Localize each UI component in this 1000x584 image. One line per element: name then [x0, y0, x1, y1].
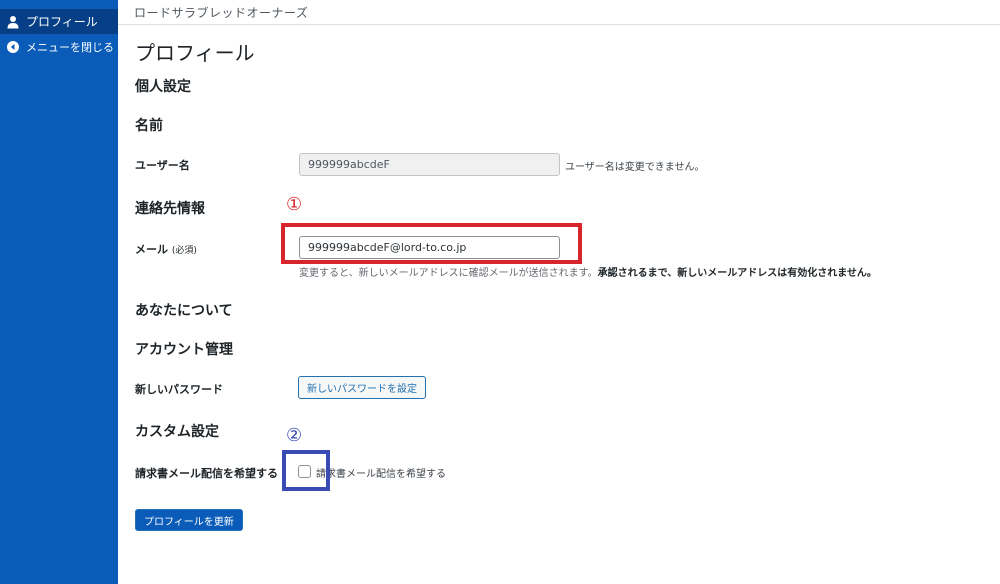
- new-password-label: 新しいパスワード: [135, 383, 223, 396]
- username-note: ユーザー名は変更できません。: [565, 162, 705, 173]
- user-icon: [6, 15, 20, 29]
- username-input[interactable]: [299, 153, 560, 176]
- email-label: メール (必須): [135, 241, 197, 257]
- invoice-checkbox-label[interactable]: 請求書メール配信を希望する: [316, 465, 446, 480]
- section-about: あなたについて: [135, 303, 233, 319]
- update-profile-button[interactable]: プロフィールを更新: [135, 509, 243, 531]
- set-new-password-button[interactable]: 新しいパスワードを設定: [298, 376, 426, 399]
- email-label-text: メール: [135, 243, 168, 256]
- sidebar-item-profile[interactable]: プロフィール: [0, 9, 118, 34]
- annotation-number-2: ②: [286, 425, 303, 446]
- email-description: 変更すると、新しいメールアドレスに確認メールが送信されます。承認されるまで、新し…: [299, 264, 877, 279]
- section-personal: 個人設定: [135, 79, 191, 95]
- annotation-highlight-checkbox: [282, 450, 330, 491]
- top-bar: ロードサラブレッドオーナーズ: [118, 0, 1000, 25]
- section-contact: 連絡先情報: [135, 201, 205, 217]
- email-description-text: 変更すると、新しいメールアドレスに確認メールが送信されます。: [299, 268, 598, 279]
- email-description-bold: 承認されるまで、新しいメールアドレスは有効化されません。: [597, 268, 877, 279]
- page-title: プロフィール: [135, 41, 255, 65]
- section-account: アカウント管理: [135, 342, 233, 358]
- sidebar-item-label: プロフィール: [26, 15, 98, 29]
- section-name: 名前: [135, 118, 163, 134]
- collapse-menu-button[interactable]: メニューを閉じる: [0, 38, 118, 56]
- section-custom: カスタム設定: [135, 424, 219, 440]
- annotation-highlight-email: [281, 223, 582, 264]
- annotation-number-1: ①: [286, 194, 303, 215]
- collapse-menu-label: メニューを閉じる: [26, 41, 114, 54]
- site-title[interactable]: ロードサラブレッドオーナーズ: [134, 4, 308, 21]
- username-label: ユーザー名: [135, 159, 190, 172]
- collapse-arrow-icon: [7, 41, 19, 53]
- invoice-label: 請求書メール配信を希望する: [135, 467, 278, 480]
- email-required-mark: (必須): [171, 246, 197, 256]
- admin-sidebar: プロフィール メニューを閉じる: [0, 0, 118, 584]
